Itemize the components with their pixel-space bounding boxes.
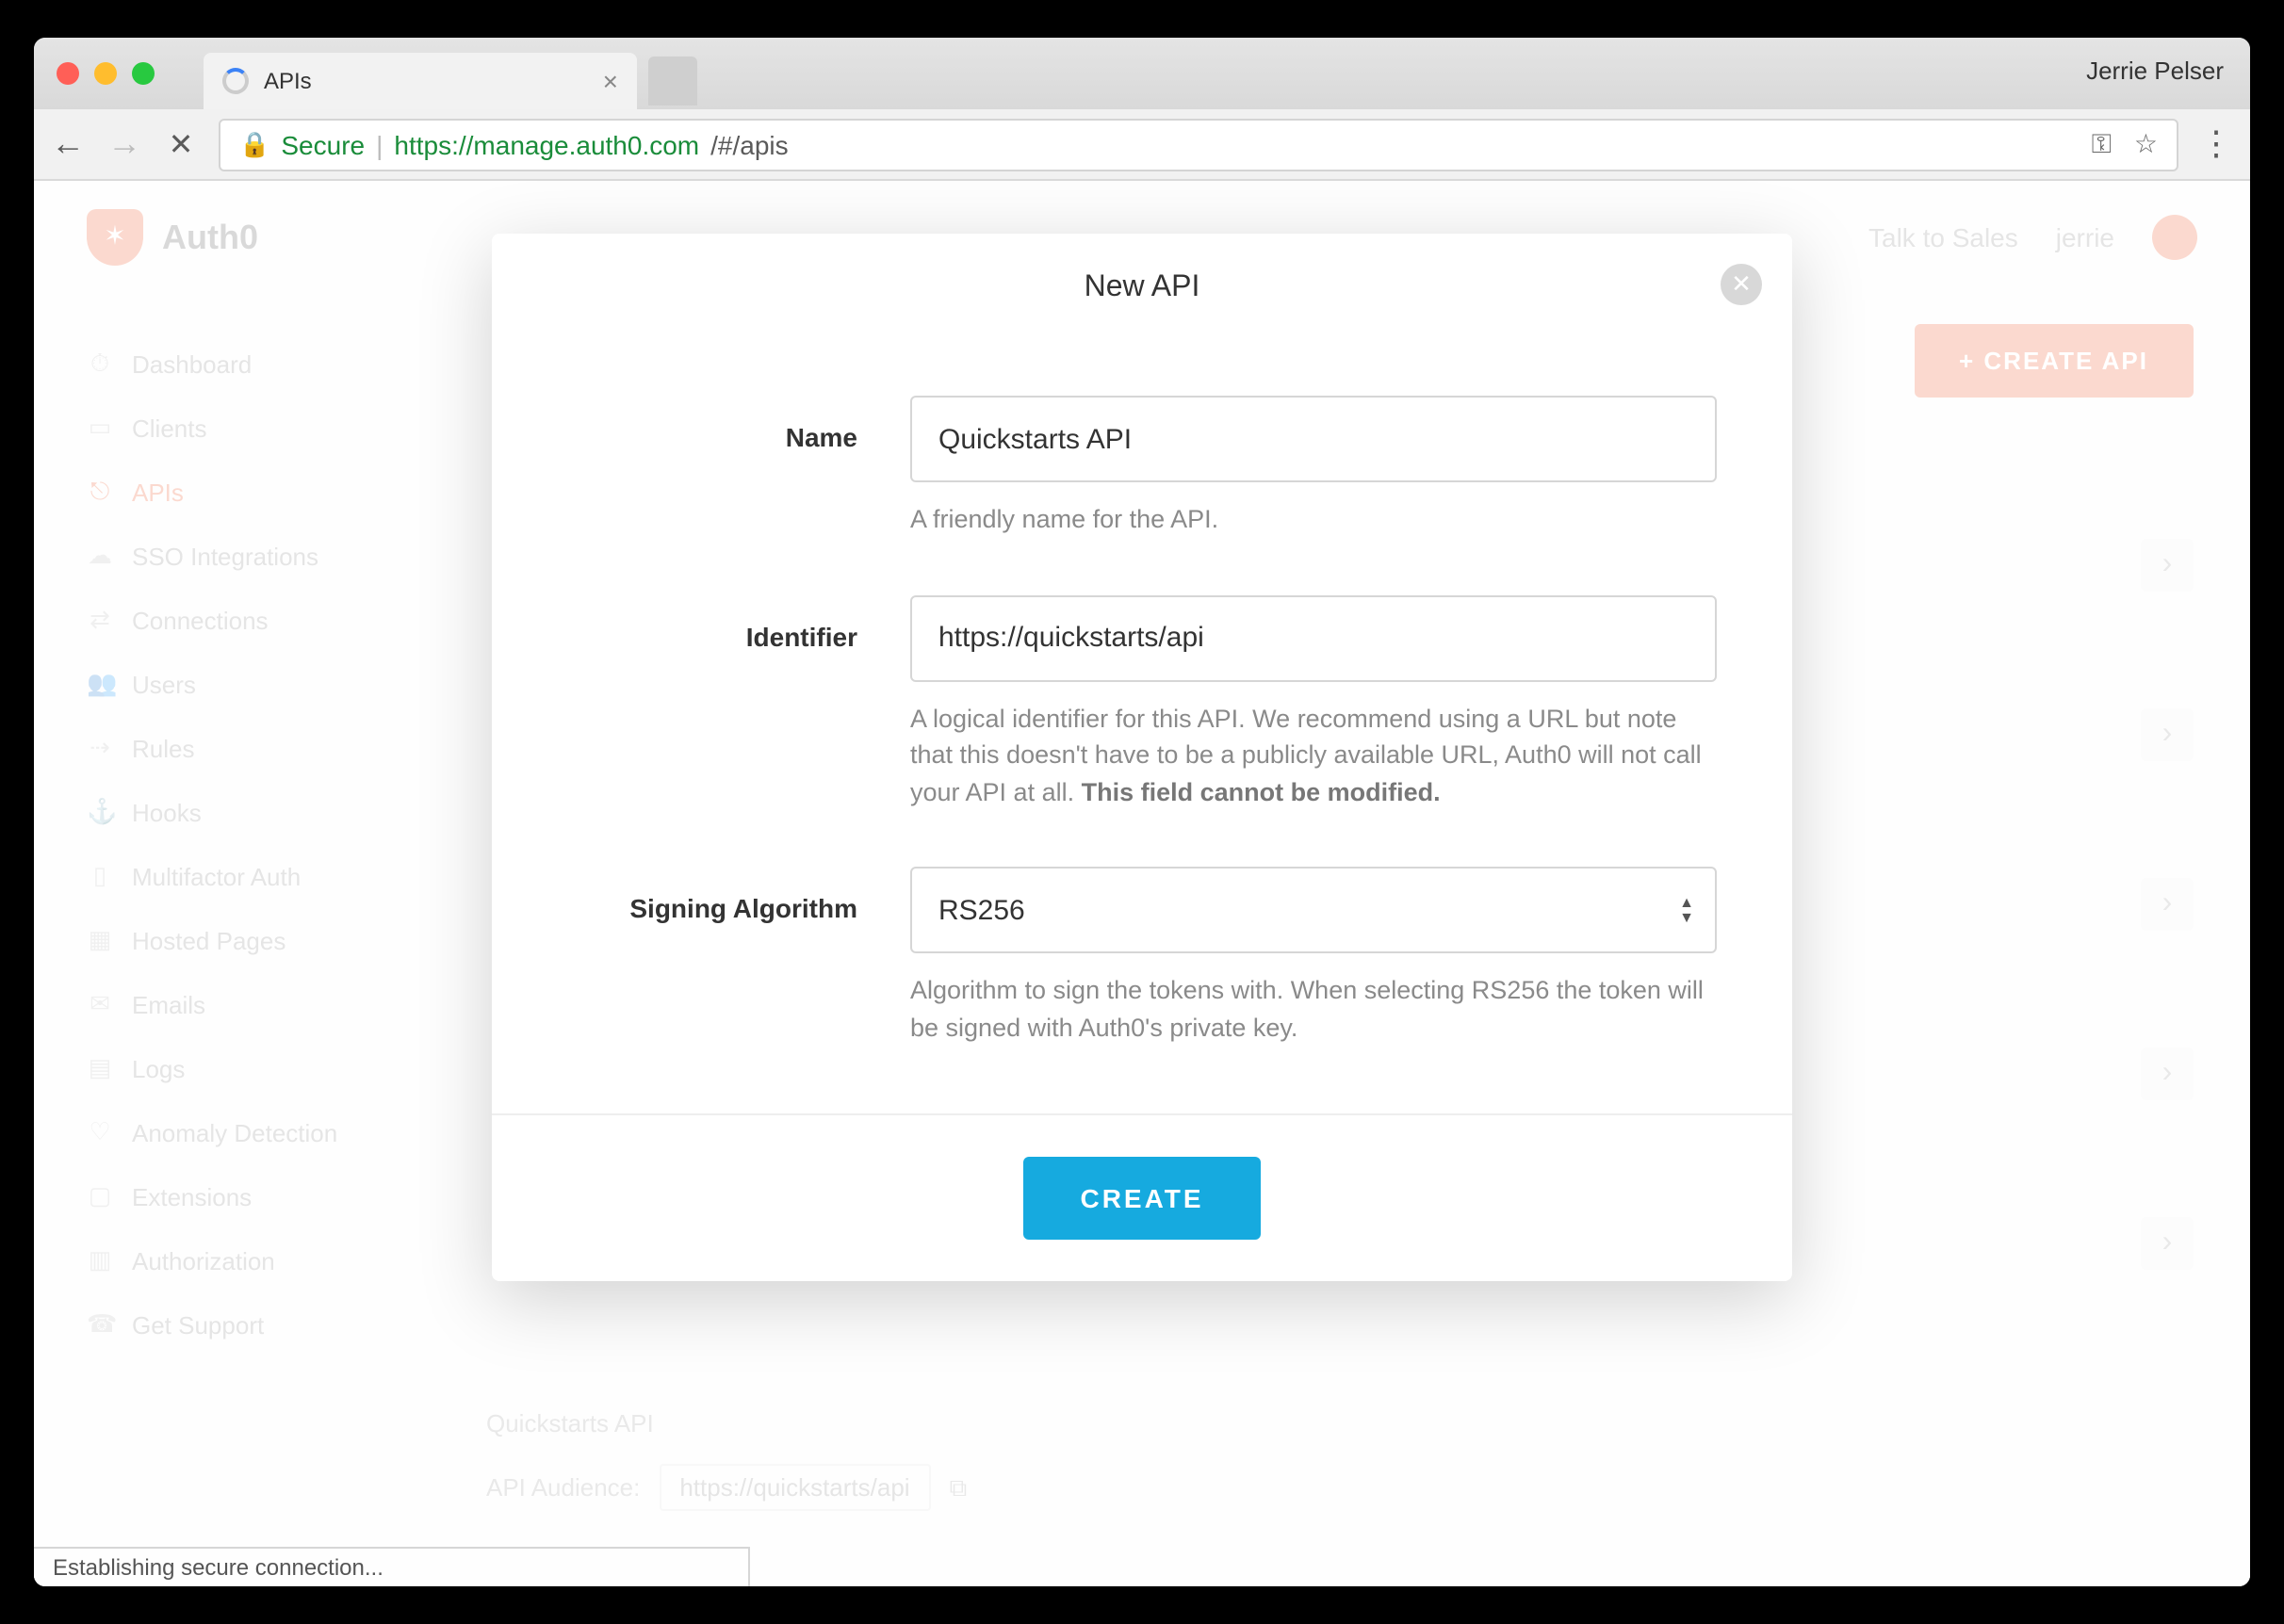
signing-algorithm-select[interactable]: ▲▼ bbox=[910, 868, 1717, 954]
browser-menu-icon[interactable]: ⋮ bbox=[2197, 124, 2235, 164]
modal-overlay: New API ✕ Name A friendly name for the A… bbox=[34, 181, 2250, 1586]
address-bar[interactable]: 🔒 Secure | https://manage.auth0.com/#/ap… bbox=[219, 118, 2178, 171]
modal-header: New API ✕ bbox=[492, 234, 1792, 339]
create-button[interactable]: CREATE bbox=[1023, 1158, 1260, 1241]
name-label: Name bbox=[567, 396, 857, 538]
loading-spinner-icon bbox=[222, 68, 249, 94]
name-input[interactable] bbox=[910, 396, 1717, 482]
new-api-modal: New API ✕ Name A friendly name for the A… bbox=[492, 234, 1792, 1282]
window-close-button[interactable] bbox=[57, 62, 79, 85]
window-controls bbox=[57, 62, 155, 85]
key-icon[interactable]: ⚿ bbox=[2092, 128, 2112, 160]
modal-close-button[interactable]: ✕ bbox=[1721, 264, 1762, 305]
page-viewport: Auth0 Talk to Sales jerrie ⏱Dashboard ▭C… bbox=[34, 181, 2250, 1586]
signing-algorithm-help: Algorithm to sign the tokens with. When … bbox=[910, 973, 1717, 1047]
close-icon: ✕ bbox=[1731, 269, 1752, 300]
new-tab-button[interactable] bbox=[648, 57, 697, 106]
browser-tab[interactable]: APIs × bbox=[204, 53, 637, 109]
browser-toolbar: ← → ✕ 🔒 Secure | https://manage.auth0.co… bbox=[34, 109, 2250, 181]
lock-icon: 🔒 bbox=[239, 129, 269, 159]
browser-profile-name[interactable]: Jerrie Pelser bbox=[2086, 57, 2224, 85]
modal-title: New API bbox=[1085, 271, 1200, 303]
url-path: /#/apis bbox=[710, 129, 789, 159]
signing-algorithm-label: Signing Algorithm bbox=[567, 868, 857, 1047]
forward-button-icon[interactable]: → bbox=[106, 124, 143, 164]
tab-title: APIs bbox=[264, 68, 312, 94]
window-minimize-button[interactable] bbox=[94, 62, 117, 85]
browser-tabstrip: APIs × Jerrie Pelser bbox=[34, 38, 2250, 109]
bookmark-star-icon[interactable]: ☆ bbox=[2134, 128, 2158, 160]
tab-close-icon[interactable]: × bbox=[603, 66, 618, 96]
stop-reload-icon[interactable]: ✕ bbox=[162, 125, 200, 163]
browser-window: APIs × Jerrie Pelser ← → ✕ 🔒 Secure | ht… bbox=[34, 38, 2250, 1586]
chevron-updown-icon: ▲▼ bbox=[1679, 897, 1694, 925]
identifier-label: Identifier bbox=[567, 594, 857, 810]
name-help: A friendly name for the API. bbox=[910, 501, 1717, 538]
window-zoom-button[interactable] bbox=[132, 62, 155, 85]
identifier-help: A logical identifier for this API. We re… bbox=[910, 700, 1717, 810]
connection-status-tooltip: Establishing secure connection... bbox=[34, 1547, 750, 1586]
back-button-icon[interactable]: ← bbox=[49, 124, 87, 164]
url-host: https://manage.auth0.com bbox=[394, 129, 699, 159]
identifier-input[interactable] bbox=[910, 594, 1717, 681]
secure-label: Secure bbox=[281, 129, 365, 159]
